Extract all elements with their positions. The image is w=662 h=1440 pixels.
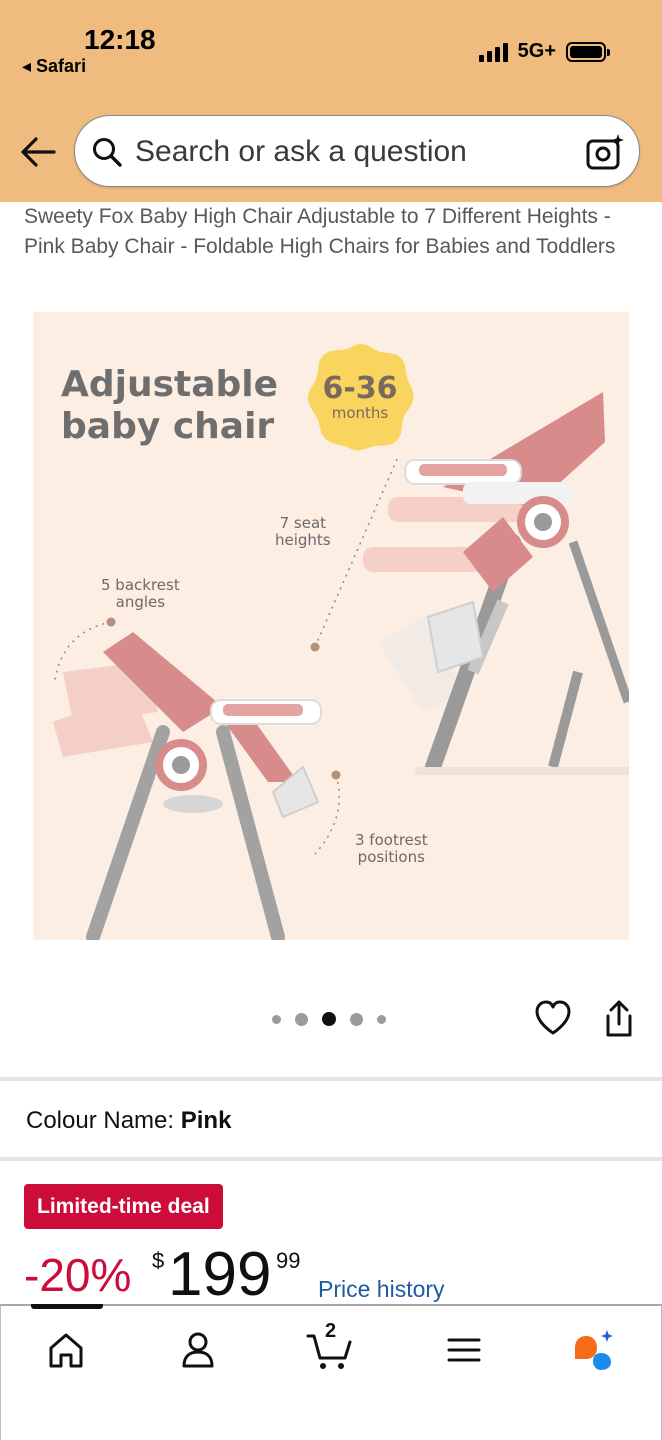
section-divider bbox=[0, 1157, 662, 1161]
backrest-angles-annotation: 5 backrest angles bbox=[101, 577, 180, 611]
rufus-assistant-icon[interactable] bbox=[569, 1326, 619, 1374]
search-bar[interactable] bbox=[74, 115, 640, 187]
footrest-positions-annotation: 3 footrest positions bbox=[355, 832, 428, 866]
carousel-dots[interactable] bbox=[272, 1012, 386, 1026]
home-icon[interactable] bbox=[41, 1326, 91, 1374]
menu-icon[interactable] bbox=[439, 1326, 489, 1374]
annotation-line: 5 backrest bbox=[101, 576, 180, 594]
annotation-line: angles bbox=[115, 593, 166, 611]
account-icon[interactable] bbox=[173, 1326, 223, 1374]
status-time: 12:18 bbox=[84, 24, 156, 55]
annotation-line: 7 seat bbox=[279, 514, 327, 532]
header-bar: 12:18 ◂ Safari 5G+ bbox=[0, 0, 662, 202]
colour-value: Pink bbox=[180, 1107, 232, 1134]
status-indicators: 5G+ bbox=[478, 40, 610, 63]
age-unit: months bbox=[331, 404, 389, 422]
carousel-dot[interactable] bbox=[377, 1014, 386, 1024]
colour-label: Colour Name: bbox=[26, 1107, 175, 1134]
price-history-link[interactable]: Price history bbox=[318, 1276, 445, 1303]
active-tab-indicator bbox=[31, 1304, 103, 1309]
search-icon bbox=[93, 138, 122, 167]
product-title[interactable]: Sweety Fox Baby High Chair Adjustable to… bbox=[24, 202, 644, 261]
section-divider bbox=[0, 1077, 662, 1081]
limited-time-deal-badge: Limited-time deal bbox=[24, 1184, 223, 1229]
cart-count-badge: 2 bbox=[325, 1320, 337, 1342]
image-heading-line-1: Adjustable bbox=[61, 364, 279, 405]
network-label: 5G+ bbox=[517, 40, 556, 62]
share-icon[interactable] bbox=[600, 998, 638, 1040]
battery-icon bbox=[566, 41, 610, 62]
seat-heights-annotation: 7 seat heights bbox=[275, 515, 331, 549]
carousel-dot-active[interactable] bbox=[322, 1012, 336, 1026]
back-to-safari-link[interactable]: ◂ Safari bbox=[22, 56, 86, 77]
price-whole: 199 bbox=[168, 1240, 272, 1309]
price-currency: $ bbox=[152, 1248, 165, 1273]
annotation-line: 3 footrest bbox=[355, 831, 428, 849]
carousel-dot[interactable] bbox=[295, 1012, 308, 1026]
bottom-navigation: 2 bbox=[0, 1304, 662, 1440]
discount-percent: -20% bbox=[24, 1249, 132, 1301]
back-arrow-icon[interactable] bbox=[16, 132, 60, 172]
age-badge-text: 6-36 months bbox=[305, 371, 415, 423]
search-input[interactable] bbox=[135, 134, 575, 170]
image-heading: Adjustable baby chair bbox=[61, 364, 278, 448]
annotation-line: positions bbox=[357, 848, 425, 866]
price-fraction: 99 bbox=[276, 1248, 301, 1273]
colour-name-row: Colour Name: Pink bbox=[26, 1107, 231, 1135]
annotation-line: heights bbox=[275, 531, 331, 549]
carousel-dot[interactable] bbox=[350, 1012, 363, 1026]
age-range: 6-36 bbox=[322, 371, 398, 406]
signal-icon bbox=[478, 42, 508, 62]
image-heading-line-2: baby chair bbox=[61, 406, 275, 447]
camera-lens-icon[interactable] bbox=[585, 132, 625, 172]
cart-nav-item[interactable]: 2 bbox=[305, 1320, 357, 1374]
product-image[interactable]: Adjustable baby chair 6-36 months 7 seat… bbox=[33, 312, 629, 940]
carousel-dot[interactable] bbox=[272, 1014, 281, 1024]
heart-icon[interactable] bbox=[534, 998, 572, 1038]
